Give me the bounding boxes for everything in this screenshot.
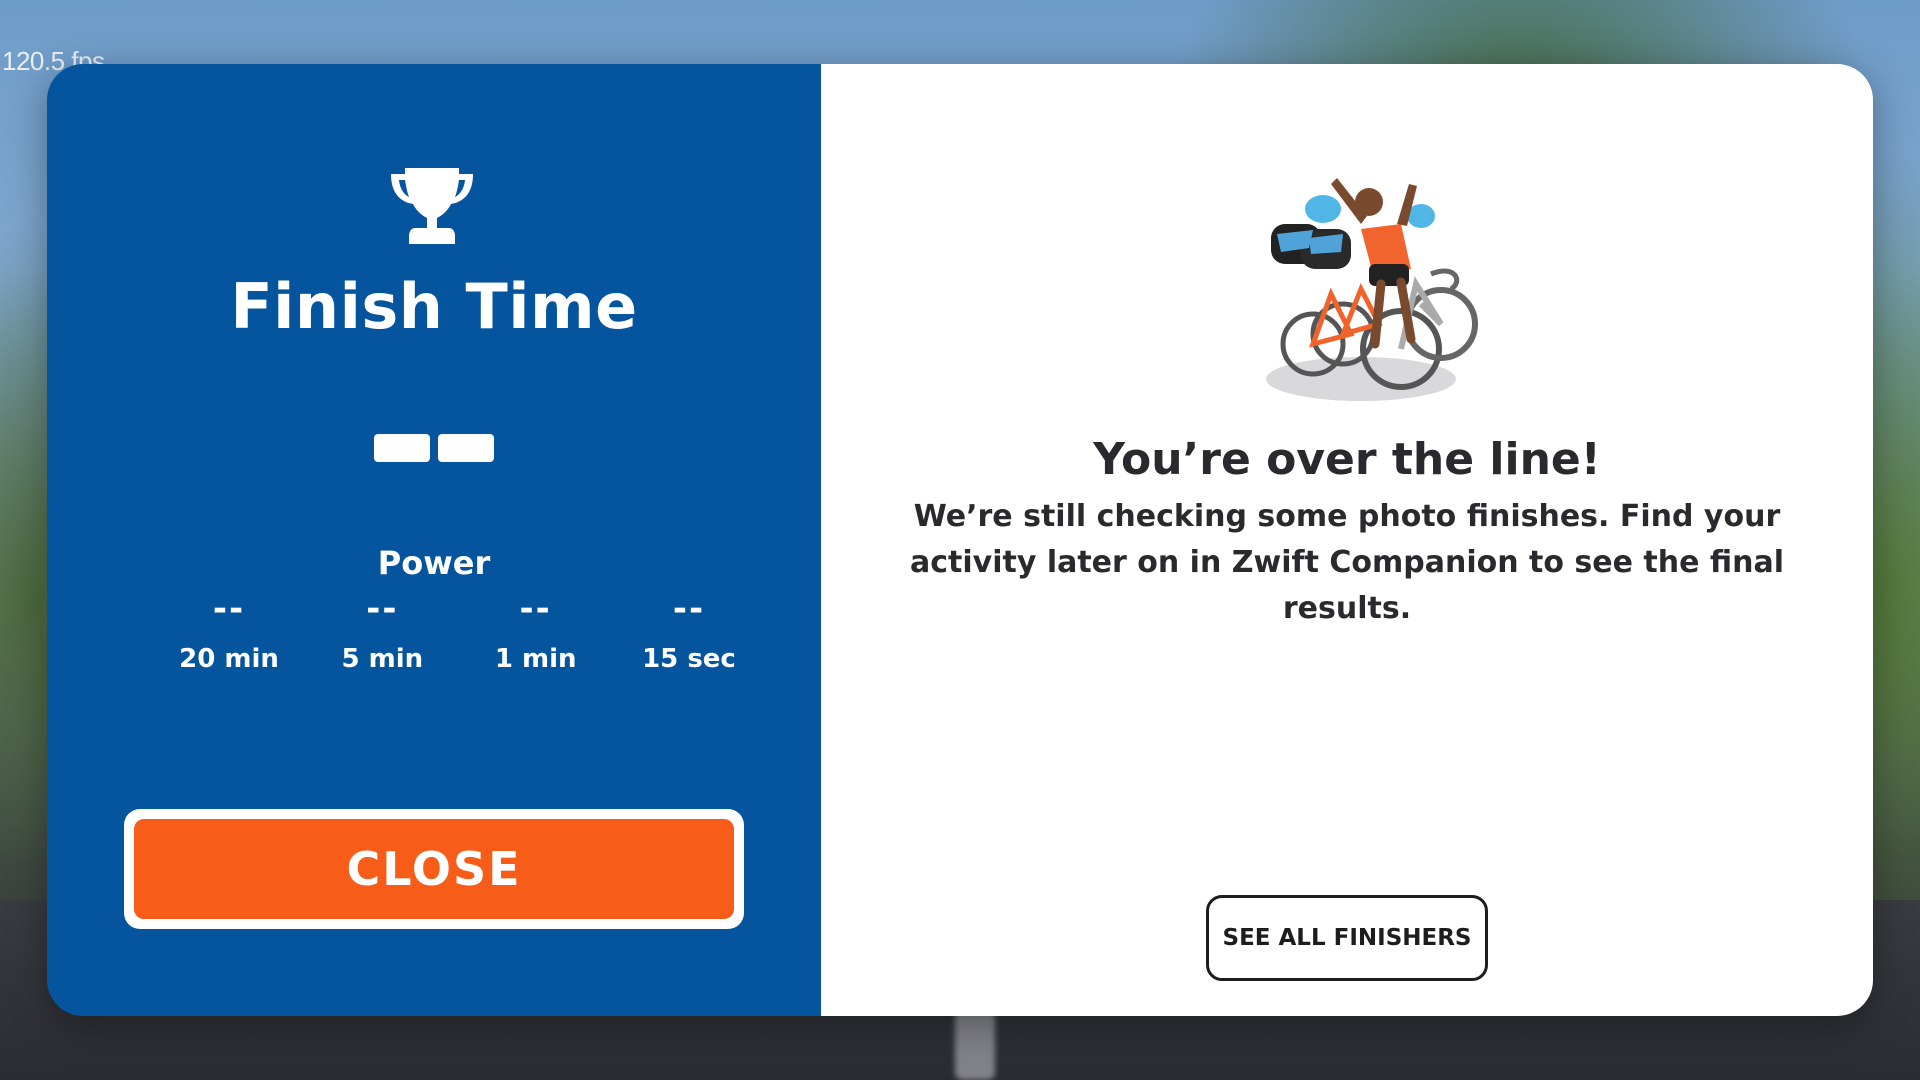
power-duration: 20 min	[179, 644, 279, 674]
finish-dialog: Finish Time Power -- 20 min -- 5 min -- …	[47, 64, 1873, 1016]
power-label: Power	[377, 544, 491, 582]
power-duration: 15 sec	[642, 644, 736, 674]
see-all-finishers-button[interactable]: SEE ALL FINISHERS	[1206, 895, 1488, 981]
power-value: --	[366, 589, 399, 629]
close-button-label: CLOSE	[134, 819, 734, 919]
power-duration: 1 min	[494, 644, 577, 674]
power-value: --	[519, 589, 552, 629]
result-headline: You’re over the line!	[1093, 434, 1601, 485]
trophy-icon	[391, 168, 473, 244]
result-message: We’re still checking some photo finishes…	[909, 499, 1785, 626]
finish-time-value-placeholder	[374, 434, 498, 462]
finish-stats-panel: Finish Time Power -- 20 min -- 5 min -- …	[47, 64, 821, 1016]
road-marking	[955, 1010, 995, 1080]
close-button[interactable]: CLOSE	[124, 809, 744, 929]
power-stats: -- 20 min -- 5 min -- 1 min -- 15 sec	[164, 584, 754, 704]
cyclists-finish-illustration	[1266, 178, 1478, 401]
power-value: --	[672, 589, 706, 629]
power-duration: 5 min	[341, 644, 424, 674]
time-dash	[438, 434, 494, 462]
finish-time-title: Finish Time	[230, 270, 638, 343]
time-dash	[374, 434, 430, 462]
power-stat-20min: -- 20 min	[164, 584, 294, 704]
power-stat-1min: -- 1 min	[471, 584, 601, 704]
result-panel: You’re over the line! We’re still checki…	[821, 64, 1873, 1016]
power-value: --	[212, 589, 246, 629]
power-stat-5min: -- 5 min	[317, 584, 447, 704]
power-stat-15sec: -- 15 sec	[624, 584, 754, 704]
